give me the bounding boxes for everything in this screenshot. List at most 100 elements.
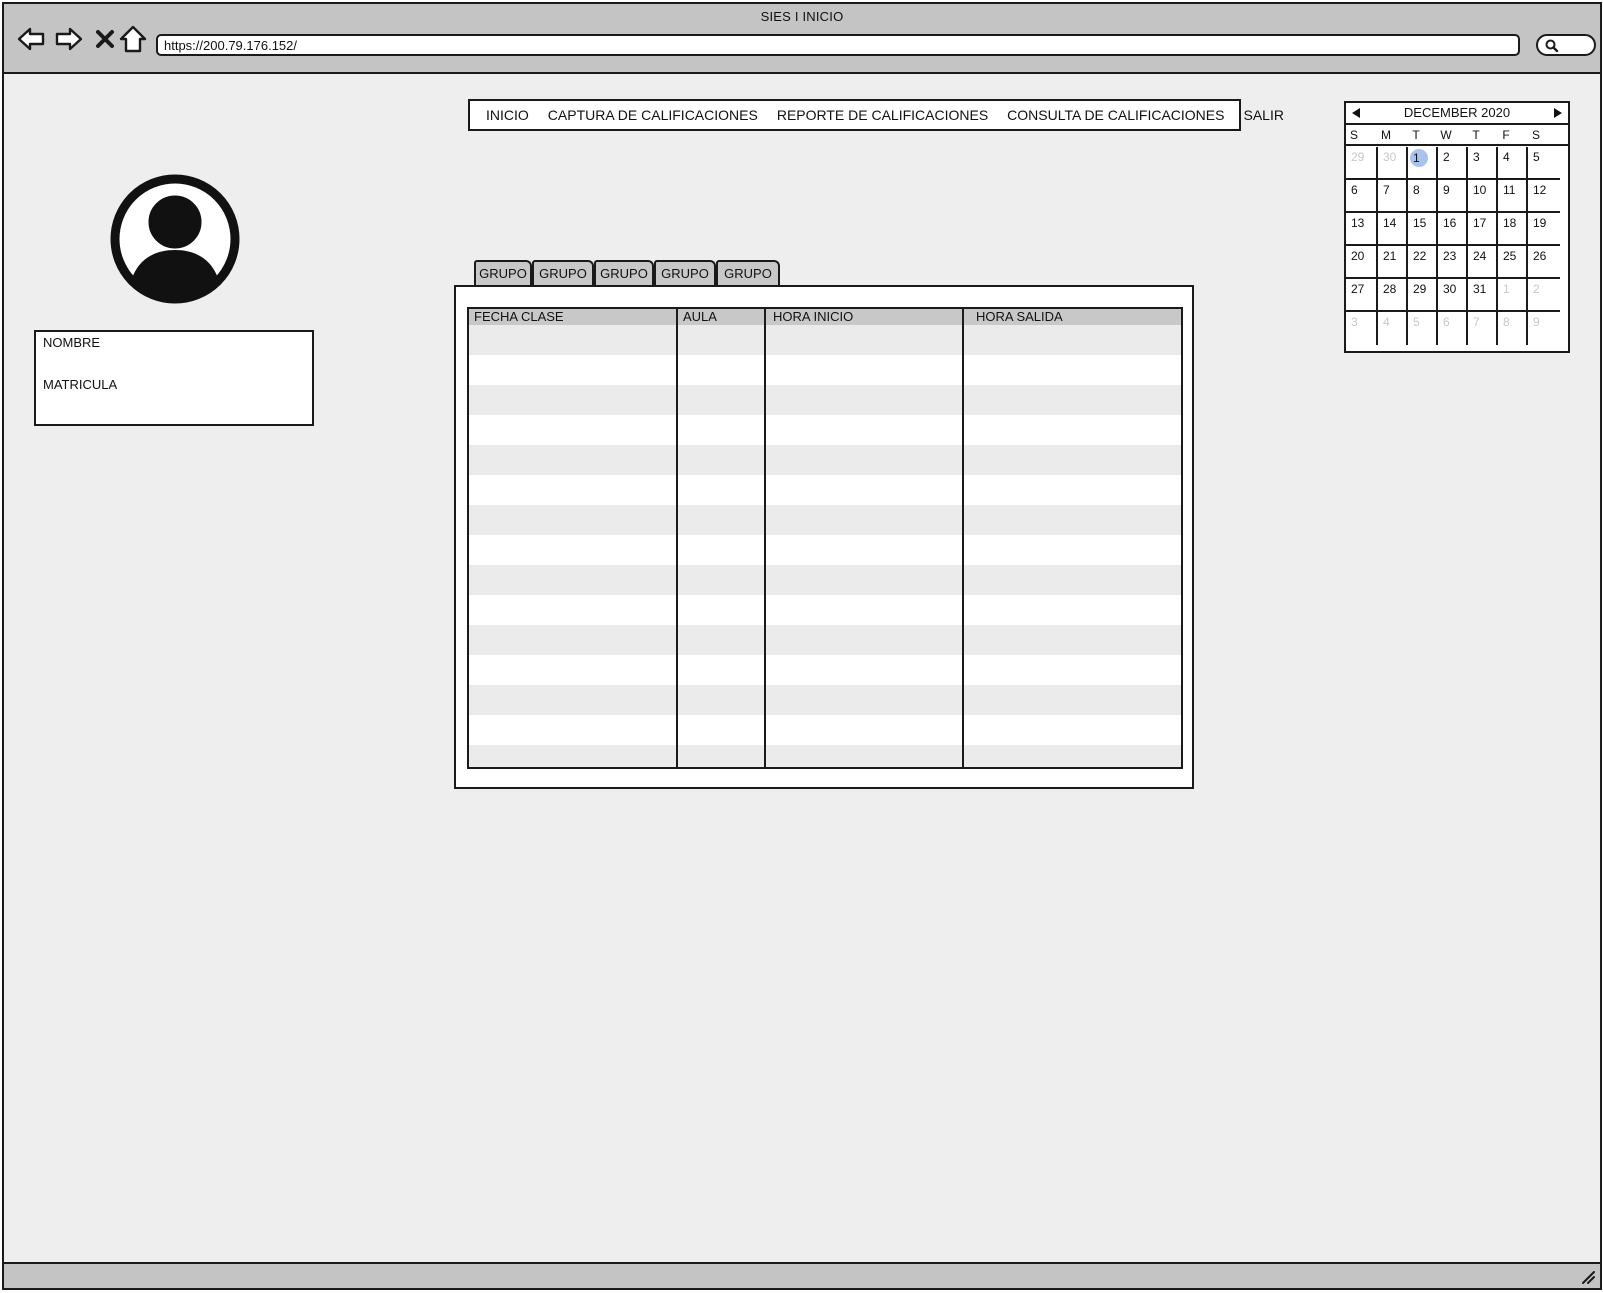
calendar-day[interactable]: 26 (1528, 246, 1560, 279)
calendar-day[interactable]: 18 (1498, 213, 1528, 246)
table-row[interactable] (469, 475, 1181, 505)
column-header-fecha-clase[interactable]: FECHA CLASE (474, 309, 564, 325)
table-row[interactable] (469, 625, 1181, 655)
table-row[interactable] (469, 505, 1181, 535)
calendar-day[interactable]: 1 (1408, 147, 1438, 180)
table-row[interactable] (469, 535, 1181, 565)
tab-grupo-3[interactable]: GRUPO (594, 260, 654, 285)
calendar-day[interactable]: 24 (1468, 246, 1498, 279)
column-divider (676, 309, 678, 767)
home-icon[interactable] (118, 24, 148, 54)
calendar-weekday-row: SMTWTFS (1346, 126, 1568, 146)
calendar-days: 29 30 1 2 3 4 5 6 7 8 9 10 11 12 13 14 15 16 17 18 19 20 21 22 2… (1346, 147, 1568, 353)
calendar-day[interactable]: 27 (1346, 279, 1378, 312)
table-row[interactable] (469, 655, 1181, 685)
browser-window: SIES I INICIO INICIO CAPTURA DE CALIFICA… (2, 2, 1602, 1290)
calendar-day[interactable]: 7 (1378, 180, 1408, 213)
window-title: SIES I INICIO (760, 9, 844, 24)
calendar-day[interactable]: 4 (1378, 312, 1408, 345)
back-arrow-icon[interactable] (16, 24, 46, 54)
calendar-day[interactable]: 30 (1378, 147, 1408, 180)
weekday-label: S (1531, 128, 1540, 142)
table-row[interactable] (469, 415, 1181, 445)
calendar-widget: DECEMBER 2020 SMTWTFS 29 30 1 2 3 4 5 6 7 8 9 10 11 1… (1344, 101, 1570, 353)
tab-grupo-5[interactable]: GRUPO (716, 260, 780, 285)
table-row[interactable] (469, 715, 1181, 745)
resize-grip-icon[interactable] (1580, 1269, 1596, 1285)
calendar-day[interactable]: 14 (1378, 213, 1408, 246)
table-row[interactable] (469, 745, 1181, 767)
weekday-label: W (1440, 128, 1452, 142)
calendar-day[interactable]: 6 (1438, 312, 1468, 345)
calendar-day[interactable]: 17 (1468, 213, 1498, 246)
weekday-label: S (1349, 128, 1358, 142)
menu-item-salir[interactable]: SALIR (1243, 107, 1283, 123)
calendar-day[interactable]: 30 (1438, 279, 1468, 312)
calendar-day[interactable]: 13 (1346, 213, 1378, 246)
calendar-day[interactable]: 3 (1468, 147, 1498, 180)
user-avatar-icon (110, 174, 240, 304)
calendar-day[interactable]: 16 (1438, 213, 1468, 246)
menu-item-captura[interactable]: CAPTURA DE CALIFICACIONES (548, 107, 758, 123)
calendar-day[interactable]: 3 (1346, 312, 1378, 345)
calendar-month-label: DECEMBER 2020 (1403, 105, 1511, 120)
calendar-day[interactable]: 15 (1408, 213, 1438, 246)
search-button[interactable] (1536, 34, 1596, 56)
calendar-day[interactable]: 7 (1468, 312, 1498, 345)
calendar-day[interactable]: 8 (1498, 312, 1528, 345)
calendar-day[interactable]: 25 (1498, 246, 1528, 279)
menu-item-consulta[interactable]: CONSULTA DE CALIFICACIONES (1007, 107, 1224, 123)
calendar-day[interactable]: 5 (1408, 312, 1438, 345)
calendar-day[interactable]: 20 (1346, 246, 1378, 279)
table-row[interactable] (469, 685, 1181, 715)
calendar-day[interactable]: 5 (1528, 147, 1560, 180)
menu-item-reporte[interactable]: REPORTE DE CALIFICACIONES (777, 107, 988, 123)
calendar-day[interactable]: 2 (1528, 279, 1560, 312)
class-schedule-table: FECHA CLASE AULA HORA INICIO HORA SALIDA (467, 307, 1183, 769)
calendar-day[interactable]: 1 (1498, 279, 1528, 312)
table-row[interactable] (469, 325, 1181, 355)
forward-arrow-icon[interactable] (54, 24, 84, 54)
tab-grupo-2[interactable]: GRUPO (532, 260, 594, 285)
calendar-day[interactable]: 8 (1408, 180, 1438, 213)
calendar-day[interactable]: 9 (1438, 180, 1468, 213)
calendar-day[interactable]: 11 (1498, 180, 1528, 213)
weekday-label: T (1412, 128, 1420, 142)
column-header-hora-inicio[interactable]: HORA INICIO (773, 309, 853, 325)
table-row[interactable] (469, 445, 1181, 475)
tab-grupo-1[interactable]: GRUPO (474, 260, 532, 285)
calendar-day[interactable]: 4 (1498, 147, 1528, 180)
calendar-day[interactable]: 22 (1408, 246, 1438, 279)
calendar-day[interactable]: 23 (1438, 246, 1468, 279)
search-icon (1545, 39, 1559, 53)
calendar-day[interactable]: 9 (1528, 312, 1560, 345)
nombre-label: NOMBRE (43, 335, 101, 350)
close-icon[interactable] (90, 24, 120, 54)
tab-content-panel: FECHA CLASE AULA HORA INICIO HORA SALIDA (454, 285, 1194, 789)
calendar-day[interactable]: 29 (1346, 147, 1378, 180)
calendar-day[interactable]: 21 (1378, 246, 1408, 279)
table-row[interactable] (469, 595, 1181, 625)
column-header-aula[interactable]: AULA (683, 309, 717, 325)
calendar-day[interactable]: 31 (1468, 279, 1498, 312)
calendar-day[interactable]: 10 (1468, 180, 1498, 213)
column-header-hora-salida[interactable]: HORA SALIDA (976, 309, 1063, 325)
status-bar (4, 1262, 1600, 1288)
table-row[interactable] (469, 355, 1181, 385)
calendar-day[interactable]: 2 (1438, 147, 1468, 180)
tab-grupo-4[interactable]: GRUPO (654, 260, 716, 285)
weekday-label: M (1381, 128, 1391, 142)
table-row[interactable] (469, 565, 1181, 595)
url-input[interactable] (156, 34, 1520, 56)
next-month-icon[interactable] (1553, 107, 1563, 119)
calendar-day[interactable]: 29 (1408, 279, 1438, 312)
calendar-day[interactable]: 28 (1378, 279, 1408, 312)
calendar-day[interactable]: 6 (1346, 180, 1378, 213)
prev-month-icon[interactable] (1351, 107, 1361, 119)
menu-item-inicio[interactable]: INICIO (486, 107, 529, 123)
table-row[interactable] (469, 385, 1181, 415)
calendar-day[interactable]: 12 (1528, 180, 1560, 213)
main-menu: INICIO CAPTURA DE CALIFICACIONES REPORTE… (468, 99, 1284, 131)
weekday-label: F (1502, 128, 1510, 142)
calendar-day[interactable]: 19 (1528, 213, 1560, 246)
